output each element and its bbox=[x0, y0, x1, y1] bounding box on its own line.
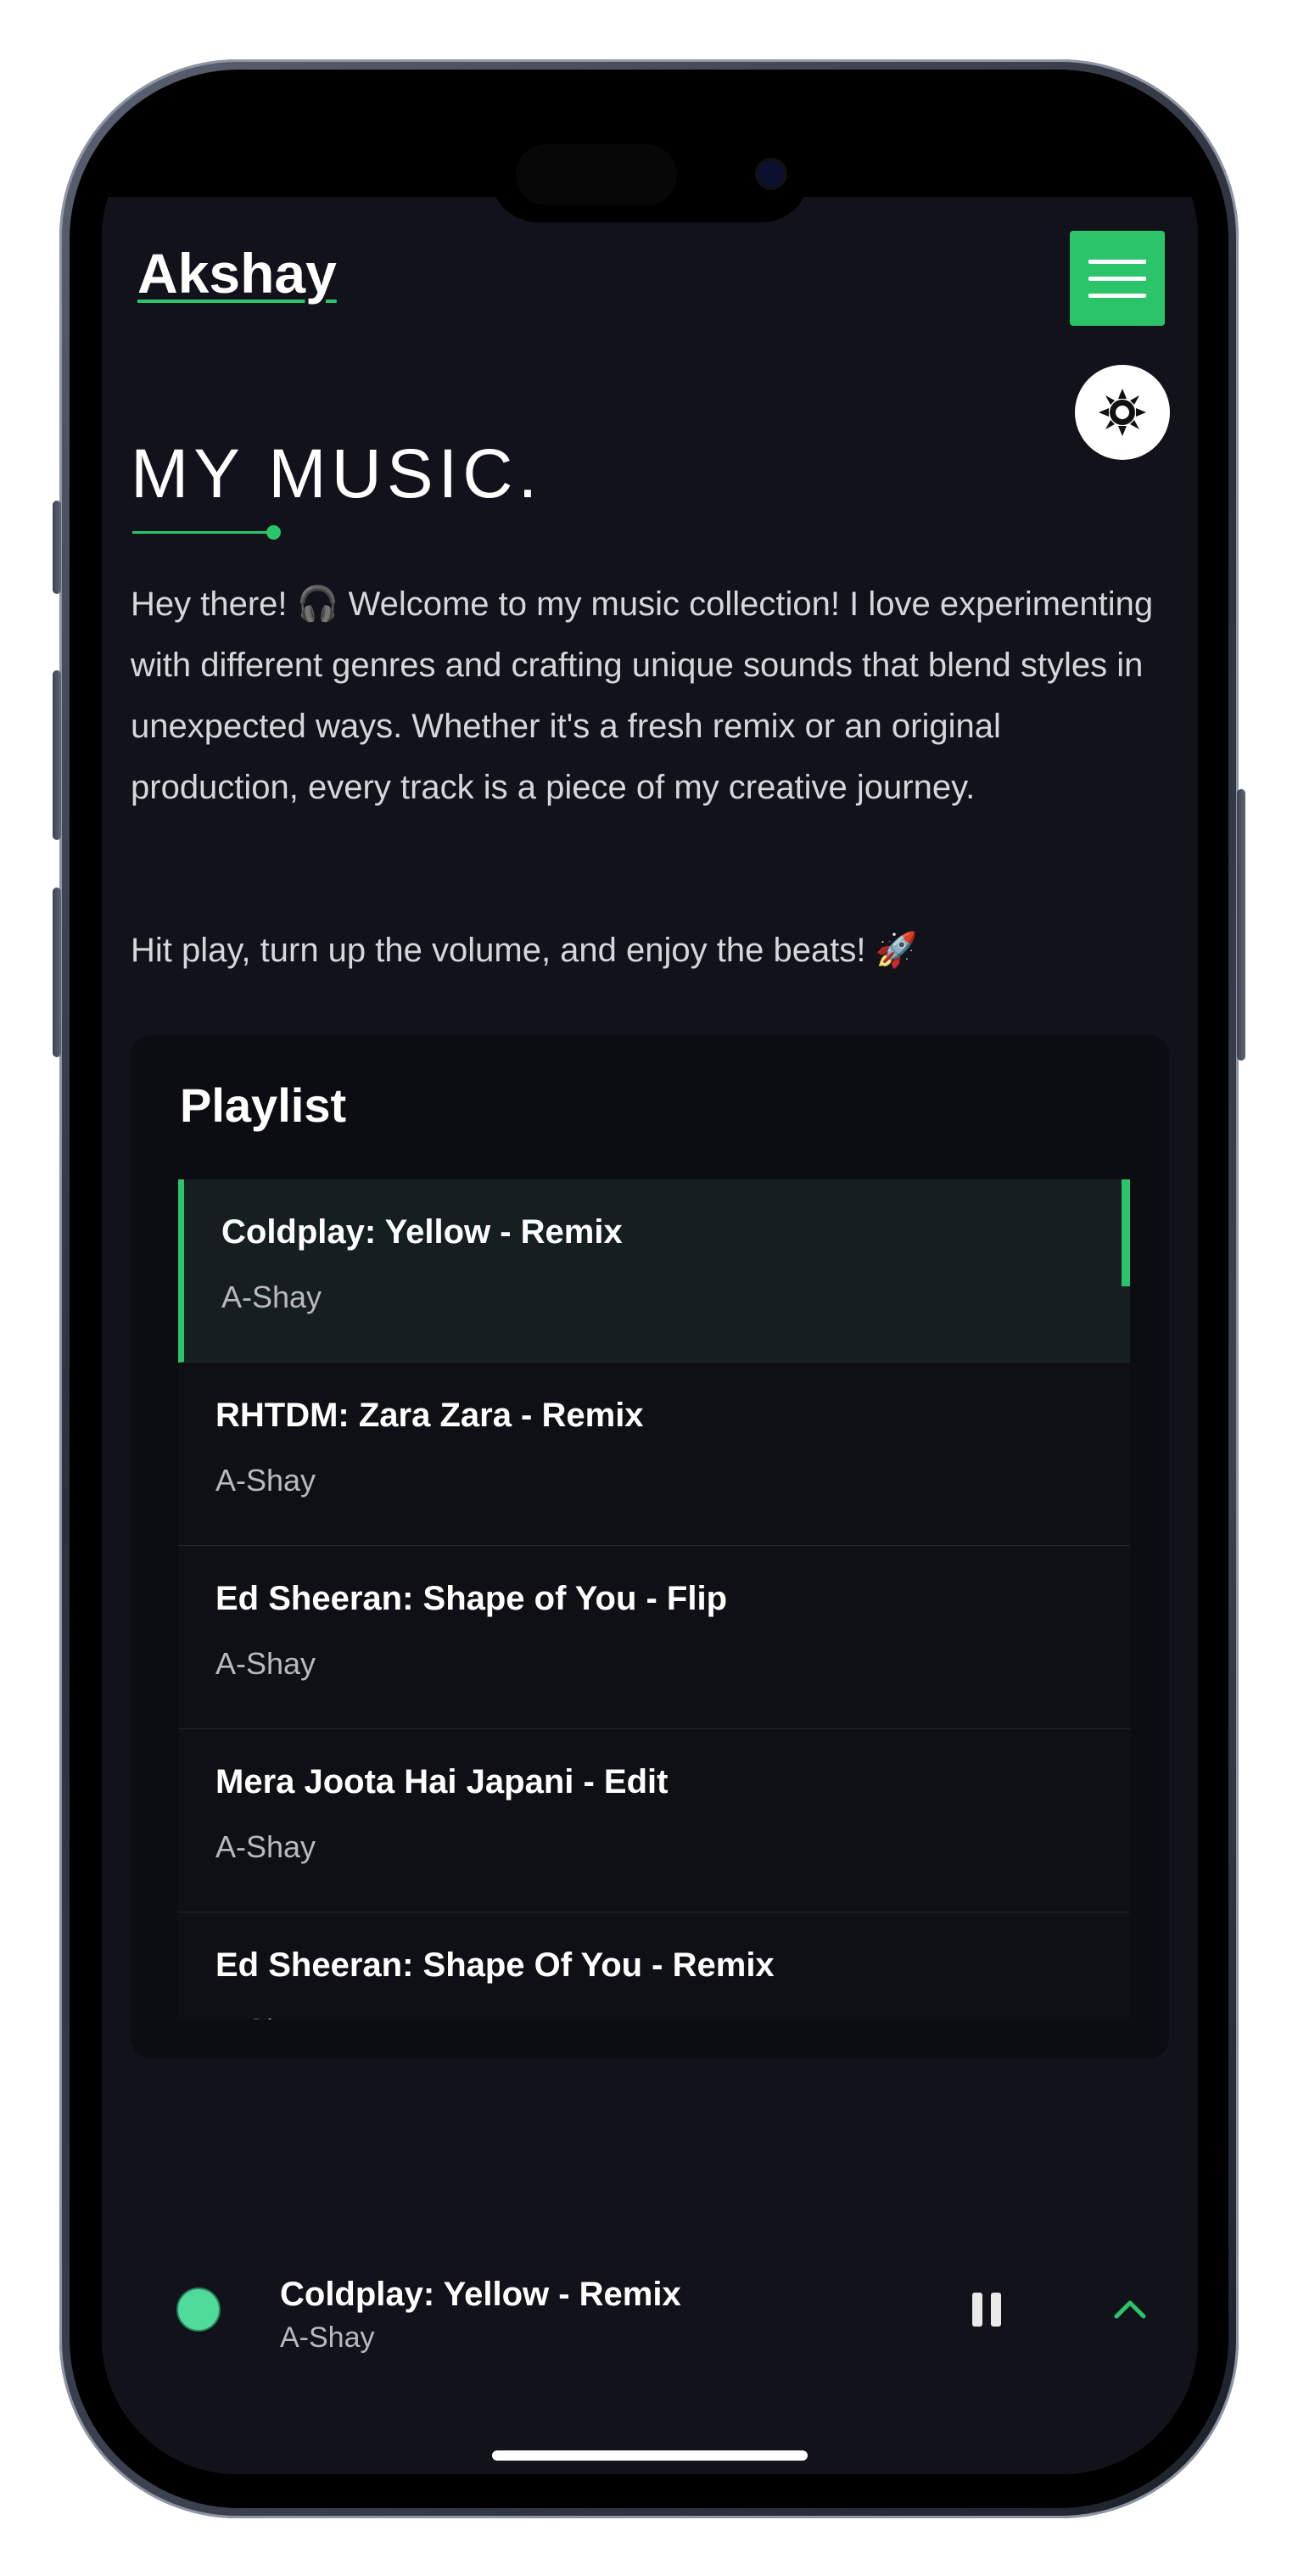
track-item[interactable]: Mera Joota Hai Japani - Edit A-Shay bbox=[178, 1729, 1130, 1912]
now-playing-artist: A-Shay bbox=[280, 2321, 375, 2354]
sensor-housing bbox=[516, 144, 677, 205]
pause-icon-bar bbox=[991, 2293, 1001, 2327]
track-item[interactable]: RHTDM: Zara Zara - Remix A-Shay bbox=[178, 1363, 1130, 1546]
track-artist: A-Shay bbox=[215, 1463, 316, 1498]
title-underline bbox=[132, 531, 273, 534]
track-list[interactable]: Coldplay: Yellow - Remix A-Shay RHTDM: Z… bbox=[178, 1179, 1130, 2019]
hamburger-icon-line bbox=[1088, 294, 1146, 298]
track-artist: A-Shay bbox=[221, 1280, 322, 1314]
track-item-active[interactable]: Coldplay: Yellow - Remix A-Shay bbox=[178, 1179, 1130, 1363]
menu-button[interactable] bbox=[1070, 231, 1165, 326]
track-title: Mera Joota Hai Japani - Edit bbox=[215, 1763, 669, 1800]
track-title: Ed Sheeran: Shape of You - Flip bbox=[215, 1580, 728, 1617]
now-playing-bar[interactable]: Coldplay: Yellow - Remix A-Shay bbox=[102, 2259, 1198, 2377]
phone-screen: Akshay MY MUSIC. Hey there! 🎧 Welcome to… bbox=[102, 102, 1198, 2474]
active-indicator bbox=[1122, 1179, 1130, 1286]
now-playing-title: Coldplay: Yellow - Remix bbox=[280, 2276, 681, 2313]
pause-icon bbox=[972, 2293, 982, 2327]
volume-up-button bbox=[53, 670, 61, 840]
track-item[interactable]: Ed Sheeran: Shape Of You - Remix A-Shay bbox=[178, 1912, 1130, 2019]
intro-paragraph: Hey there! 🎧 Welcome to my music collect… bbox=[131, 585, 1154, 806]
hamburger-icon bbox=[1088, 260, 1146, 264]
outro-paragraph: Hit play, turn up the volume, and enjoy … bbox=[131, 932, 918, 969]
pause-button[interactable] bbox=[967, 2289, 1008, 2330]
hamburger-icon-line bbox=[1088, 277, 1146, 281]
power-button bbox=[1237, 789, 1245, 1061]
playlist-card: Playlist Coldplay: Yellow - Remix A-Shay… bbox=[131, 1035, 1169, 2058]
track-title: Ed Sheeran: Shape Of You - Remix bbox=[215, 1946, 775, 1984]
music-page: Akshay MY MUSIC. Hey there! 🎧 Welcome to… bbox=[102, 197, 1198, 2474]
volume-down-button bbox=[53, 888, 61, 1057]
track-item[interactable]: Ed Sheeran: Shape of You - Flip A-Shay bbox=[178, 1546, 1130, 1729]
site-logo-link[interactable]: Akshay bbox=[137, 241, 337, 305]
theme-toggle-button[interactable] bbox=[1075, 365, 1170, 460]
track-title: Coldplay: Yellow - Remix bbox=[221, 1213, 623, 1251]
sun-icon bbox=[1099, 389, 1146, 436]
track-artist: A-Shay bbox=[215, 1646, 316, 1681]
chevron-up-icon bbox=[1114, 2300, 1146, 2319]
home-indicator[interactable] bbox=[492, 2450, 808, 2461]
page-title: MY MUSIC. bbox=[131, 435, 543, 512]
title-underline-dot bbox=[266, 525, 281, 540]
now-playing-artwork bbox=[176, 2288, 221, 2332]
track-title: RHTDM: Zara Zara - Remix bbox=[215, 1397, 644, 1434]
track-artist: A-Shay bbox=[215, 1829, 316, 1864]
playlist-title: Playlist bbox=[180, 1078, 347, 1132]
expand-player-button[interactable] bbox=[1110, 2289, 1150, 2330]
dynamic-island bbox=[490, 127, 809, 222]
action-button bbox=[53, 501, 61, 594]
track-artist: A-Shay bbox=[215, 2013, 316, 2019]
front-camera bbox=[758, 161, 784, 187]
